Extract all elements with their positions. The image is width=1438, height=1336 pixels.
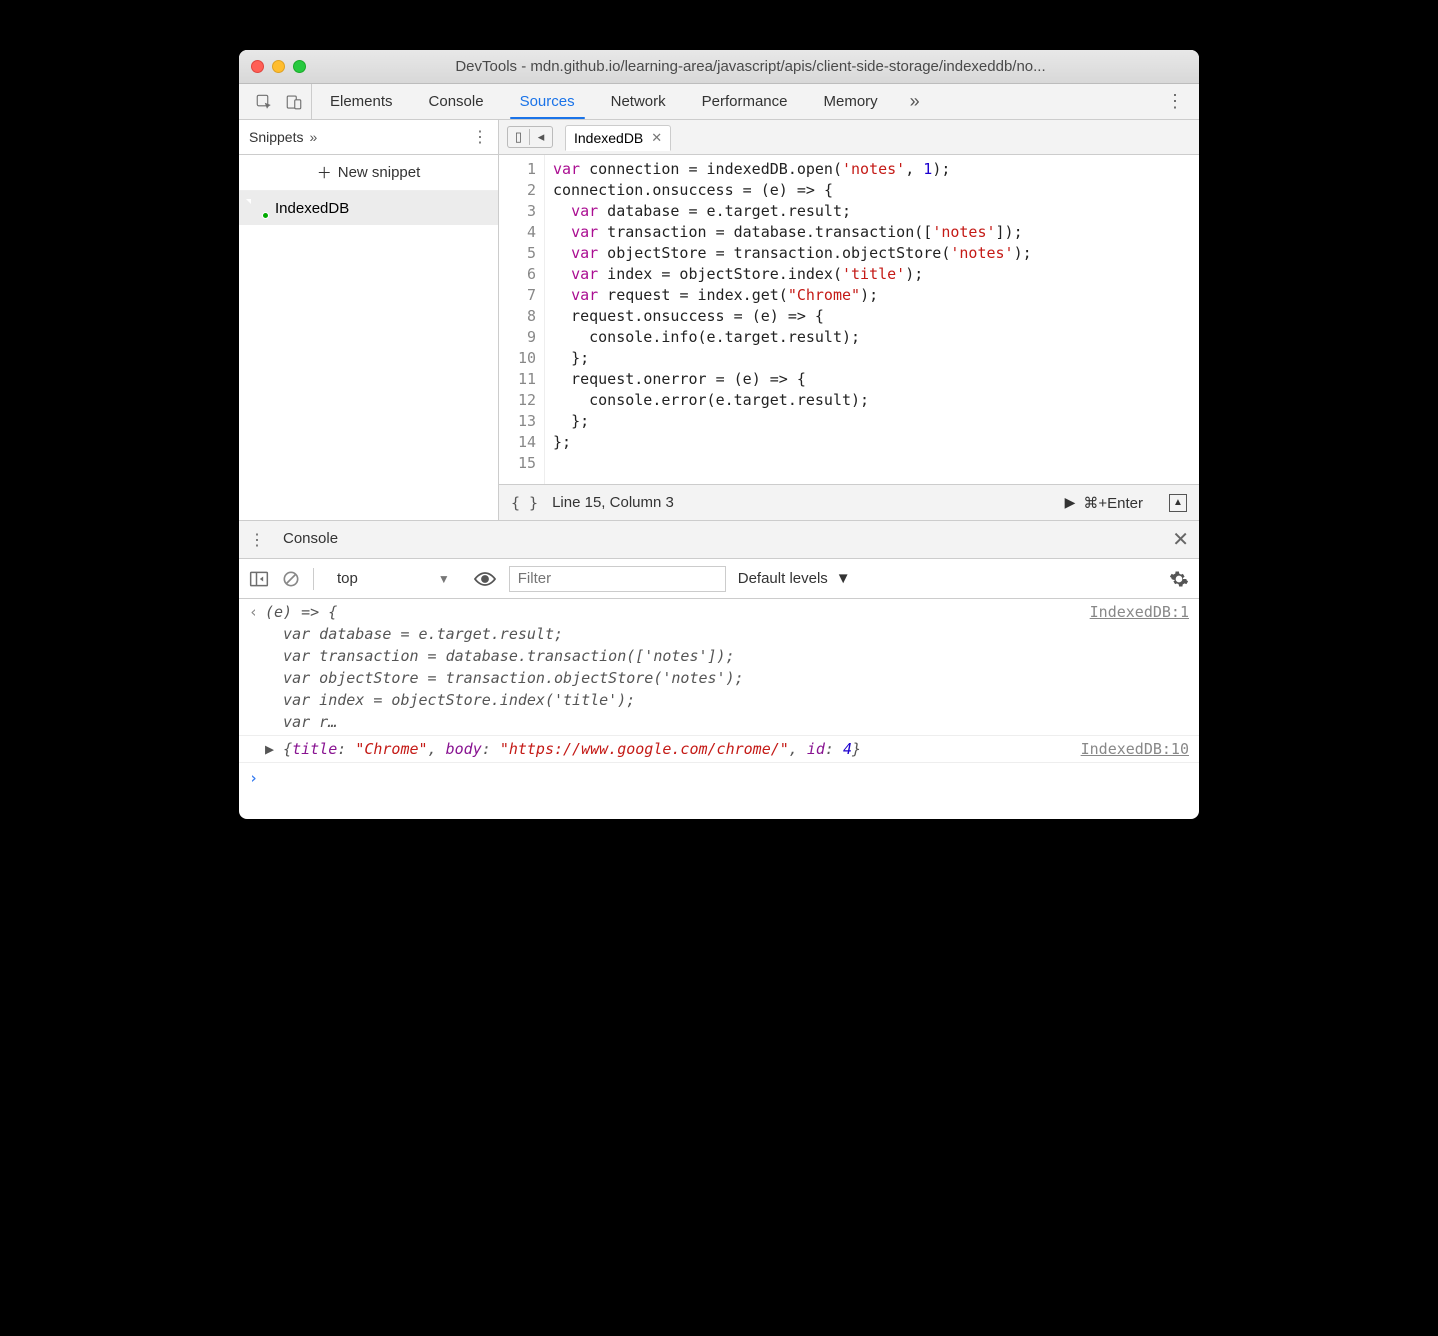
console-message[interactable]: ▶ {title: "Chrome", body: "https://www.g… bbox=[239, 736, 1199, 763]
snippet-item[interactable]: IndexedDB bbox=[239, 191, 498, 225]
devtools-menu-button[interactable]: ⋮ bbox=[1152, 84, 1199, 119]
editor-statusbar: { } Line 15, Column 3 ▶ ⌘+Enter ▲ bbox=[499, 484, 1199, 520]
navigator-menu-button[interactable]: ⋮ bbox=[472, 127, 488, 147]
line-gutter: 123456789101112131415 bbox=[499, 155, 545, 484]
console-drawer: ⋮ Console ✕ top ▼ Default levels ▼ bbox=[239, 520, 1199, 819]
close-tab-icon[interactable]: ✕ bbox=[651, 130, 662, 146]
drawer-tab-console[interactable]: Console bbox=[277, 522, 344, 557]
drawer-menu-button[interactable]: ⋮ bbox=[249, 530, 265, 550]
tab-console[interactable]: Console bbox=[411, 84, 502, 119]
close-window-button[interactable] bbox=[251, 60, 264, 73]
editor-panel: ▯◂ IndexedDB ✕ 123456789101112131415 var… bbox=[499, 120, 1199, 520]
console-message[interactable]: ‹(e) => { var database = e.target.result… bbox=[239, 599, 1199, 736]
snippet-icon bbox=[251, 199, 267, 217]
caret-down-icon: ▼ bbox=[836, 570, 851, 587]
snippet-list: IndexedDB bbox=[239, 191, 498, 520]
drawer-header: ⋮ Console ✕ bbox=[239, 521, 1199, 559]
tab-elements[interactable]: Elements bbox=[312, 84, 411, 119]
console-prompt[interactable]: › bbox=[239, 763, 1199, 793]
console-toolbar: top ▼ Default levels ▼ bbox=[239, 559, 1199, 599]
editor-tabs: ▯◂ IndexedDB ✕ bbox=[499, 120, 1199, 155]
navigator-tab-snippets[interactable]: Snippets bbox=[249, 129, 303, 145]
clear-console-button[interactable] bbox=[281, 569, 301, 589]
inspect-tools bbox=[247, 84, 312, 119]
sources-workspace: Snippets » ⋮ ＋ New snippet IndexedDB ▯◂ … bbox=[239, 120, 1199, 520]
live-expression-button[interactable] bbox=[473, 571, 497, 587]
log-levels-select[interactable]: Default levels ▼ bbox=[738, 570, 851, 587]
execution-context-select[interactable]: top ▼ bbox=[326, 566, 461, 591]
new-snippet-button[interactable]: ＋ New snippet bbox=[239, 155, 498, 191]
cursor-position: Line 15, Column 3 bbox=[552, 494, 674, 511]
window-title: DevTools - mdn.github.io/learning-area/j… bbox=[314, 58, 1187, 75]
console-filter-input[interactable] bbox=[509, 566, 726, 592]
tab-sources[interactable]: Sources bbox=[502, 84, 593, 119]
main-tabs: ElementsConsoleSourcesNetworkPerformance… bbox=[239, 84, 1199, 120]
caret-down-icon: ▼ bbox=[438, 572, 450, 586]
run-snippet-button[interactable]: ▶ ⌘+Enter bbox=[1065, 494, 1143, 512]
code-editor[interactable]: 123456789101112131415 var connection = i… bbox=[499, 155, 1199, 484]
toggle-navigator-button[interactable]: ▯◂ bbox=[507, 126, 553, 148]
minimize-window-button[interactable] bbox=[272, 60, 285, 73]
tab-network[interactable]: Network bbox=[593, 84, 684, 119]
toggle-drawer-button[interactable]: ▲ bbox=[1169, 494, 1187, 512]
traffic-lights bbox=[251, 60, 306, 73]
navigator-panel: Snippets » ⋮ ＋ New snippet IndexedDB bbox=[239, 120, 499, 520]
play-icon: ▶ bbox=[1065, 494, 1076, 511]
zoom-window-button[interactable] bbox=[293, 60, 306, 73]
tab-performance[interactable]: Performance bbox=[684, 84, 806, 119]
code-content[interactable]: var connection = indexedDB.open('notes',… bbox=[545, 155, 1199, 484]
more-navigator-tabs[interactable]: » bbox=[309, 129, 317, 145]
device-icon[interactable] bbox=[285, 93, 303, 111]
titlebar: DevTools - mdn.github.io/learning-area/j… bbox=[239, 50, 1199, 84]
devtools-window: DevTools - mdn.github.io/learning-area/j… bbox=[239, 50, 1199, 819]
more-tabs-button[interactable]: » bbox=[896, 84, 934, 119]
navigator-header: Snippets » ⋮ bbox=[239, 120, 498, 155]
console-output[interactable]: ‹(e) => { var database = e.target.result… bbox=[239, 599, 1199, 819]
close-drawer-button[interactable]: ✕ bbox=[1172, 527, 1189, 552]
pretty-print-button[interactable]: { } bbox=[511, 494, 538, 512]
inspect-icon[interactable] bbox=[255, 93, 273, 111]
console-settings-button[interactable] bbox=[1169, 569, 1189, 589]
plus-icon: ＋ bbox=[317, 162, 332, 183]
console-sidebar-toggle[interactable] bbox=[249, 570, 269, 588]
file-tab-indexeddb[interactable]: IndexedDB ✕ bbox=[565, 125, 671, 151]
tab-memory[interactable]: Memory bbox=[806, 84, 896, 119]
